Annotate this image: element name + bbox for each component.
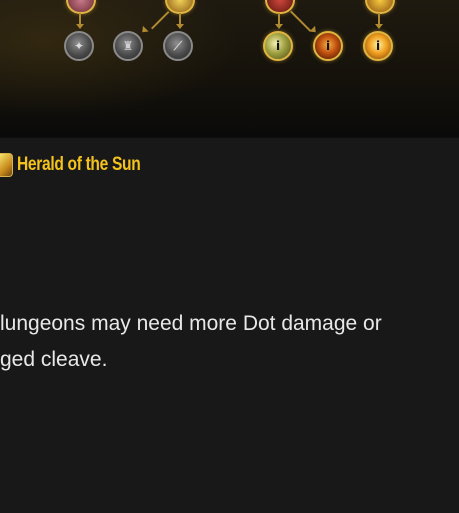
connector-line — [151, 11, 170, 30]
node-badge: i — [375, 39, 381, 53]
description-text: lungeons may need more Dot damage or ged… — [0, 306, 455, 378]
node-gold-1-icon[interactable]: i — [263, 31, 293, 61]
section-heading: Herald of the Sun — [0, 152, 168, 178]
description-line: lungeons may need more Dot damage or — [0, 312, 382, 335]
talent-tree-panel: ✦ ♜ ⟋ i i i — [0, 0, 459, 138]
feather-glyph: ✦ — [73, 39, 85, 53]
node-grey-2-icon[interactable]: ♜ — [113, 31, 143, 61]
node-gold-2-icon[interactable]: i — [313, 31, 343, 61]
connector-arrow — [275, 24, 283, 29]
description-line: ged cleave. — [0, 348, 108, 371]
connector-arrow — [375, 24, 383, 29]
node-top-d-icon[interactable] — [365, 0, 395, 14]
node-badge: i — [325, 39, 331, 53]
connector-arrow — [139, 25, 149, 36]
node-gold-3-icon[interactable]: i — [363, 31, 393, 61]
node-top-a-icon[interactable] — [66, 0, 96, 14]
section-title[interactable]: Herald of the Sun — [17, 154, 141, 176]
connector-arrow — [176, 24, 184, 29]
helmet-glyph: ♜ — [122, 39, 134, 53]
connector-arrow — [76, 24, 84, 29]
node-grey-1-icon[interactable]: ✦ — [64, 31, 94, 61]
node-grey-3-icon[interactable]: ⟋ — [163, 31, 193, 61]
claw-glyph: ⟋ — [173, 39, 183, 53]
node-badge: i — [275, 39, 281, 53]
herald-sun-icon — [0, 153, 13, 177]
connector-line — [290, 10, 312, 32]
